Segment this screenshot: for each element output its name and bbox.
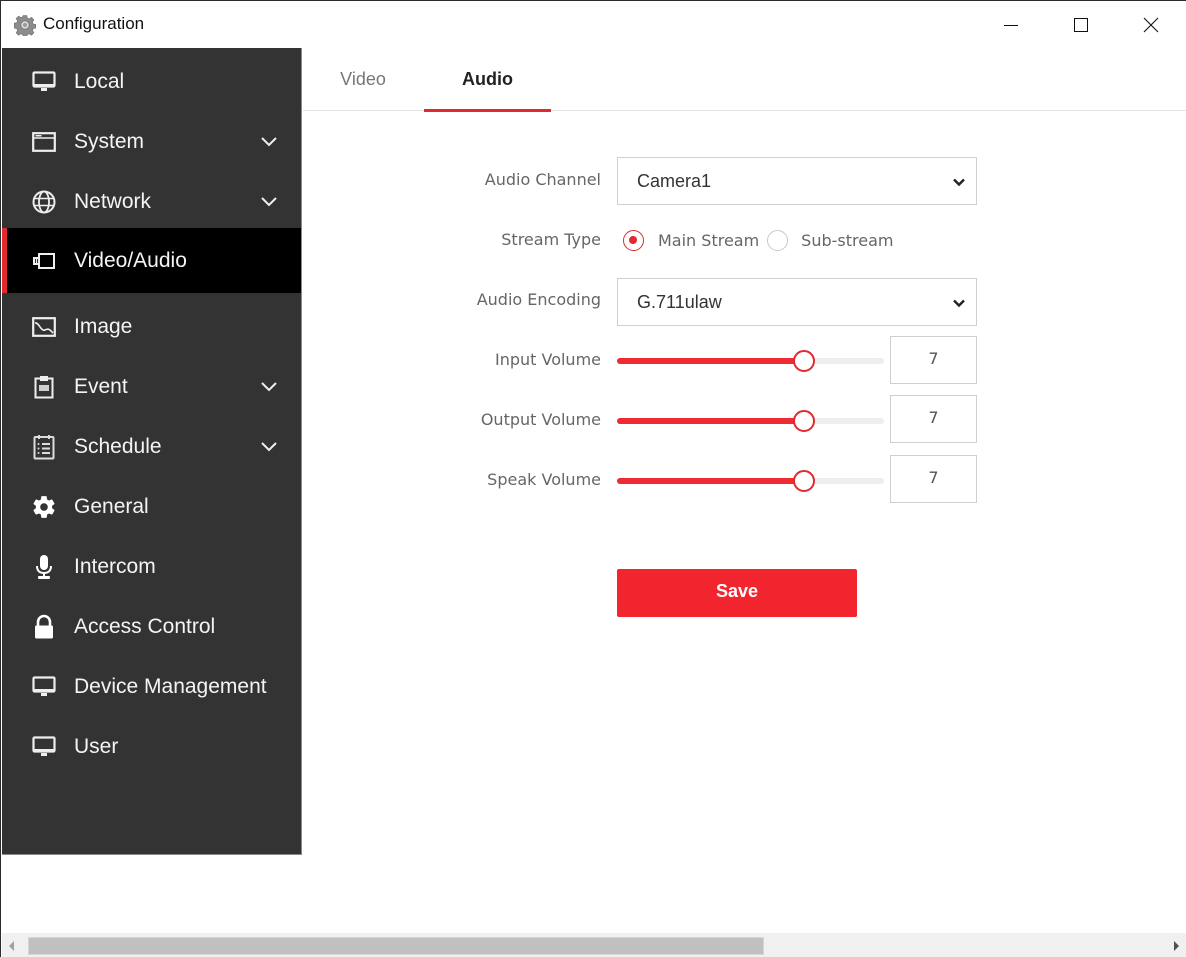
audio-encoding-select[interactable]: G.711ulaw: [617, 278, 977, 326]
sidebar-item-device-management[interactable]: Device Management: [2, 657, 301, 717]
stream-type-label: Stream Type: [501, 230, 601, 249]
speak-volume-value[interactable]: 7: [890, 455, 977, 503]
close-button[interactable]: [1116, 1, 1186, 48]
audio-channel-value: Camera1: [637, 171, 711, 192]
microphone-icon: [31, 554, 57, 580]
slider-fill: [617, 418, 804, 424]
chevron-down-icon: [951, 174, 967, 190]
tab-audio[interactable]: Audio: [424, 48, 551, 111]
sidebar-item-system[interactable]: System: [2, 112, 301, 172]
image-icon: [31, 314, 57, 340]
sidebar-item-schedule[interactable]: Schedule: [2, 417, 301, 477]
chevron-down-icon[interactable]: [258, 191, 280, 213]
sidebar-item-image[interactable]: Image: [2, 297, 301, 357]
sidebar-item-user[interactable]: User: [2, 717, 301, 777]
input-volume-slider[interactable]: [617, 349, 884, 373]
slider-thumb[interactable]: [793, 350, 815, 372]
audio-channel-select[interactable]: Camera1: [617, 157, 977, 205]
minimize-button[interactable]: [976, 1, 1046, 48]
input-volume-value[interactable]: 7: [890, 336, 977, 384]
chevron-down-icon: [951, 295, 967, 311]
sidebar-item-label: User: [74, 735, 118, 759]
scroll-right-arrow-icon[interactable]: [1173, 941, 1179, 951]
sidebar-item-intercom[interactable]: Intercom: [2, 537, 301, 597]
tab-bar: Video Audio: [303, 48, 1186, 111]
window-title: Configuration: [43, 14, 144, 34]
audio-channel-label: Audio Channel: [485, 170, 601, 189]
sidebar-item-label: Image: [74, 315, 132, 339]
sidebar-item-general[interactable]: General: [2, 477, 301, 537]
output-volume-value[interactable]: 7: [890, 395, 977, 443]
chevron-down-icon[interactable]: [258, 436, 280, 458]
sub-stream-radio[interactable]: [767, 230, 788, 251]
sidebar-item-label: System: [74, 130, 144, 154]
slider-thumb[interactable]: [793, 410, 815, 432]
audio-encoding-value: G.711ulaw: [637, 292, 722, 313]
stream-type-radio-group: Main Stream Sub-stream: [623, 227, 901, 253]
globe-icon: [31, 189, 57, 215]
speak-volume-slider[interactable]: [617, 469, 884, 493]
browser-window-icon: [31, 129, 57, 155]
sidebar-nav: Local System Network Video/Audio: [2, 48, 302, 855]
save-button[interactable]: Save: [617, 569, 857, 617]
sidebar-item-label: Device Management: [74, 675, 267, 699]
close-icon: [1143, 17, 1159, 33]
gear-cog-icon: [14, 14, 36, 36]
sidebar-item-local[interactable]: Local: [2, 52, 301, 112]
sidebar-item-label: Local: [74, 70, 124, 94]
chevron-down-icon[interactable]: [258, 131, 280, 153]
sidebar-item-network[interactable]: Network: [2, 172, 301, 232]
sidebar-item-label: Access Control: [74, 615, 215, 639]
sidebar-item-label: Video/Audio: [74, 249, 187, 273]
sidebar-item-event[interactable]: Event: [2, 357, 301, 417]
maximize-icon: [1073, 17, 1089, 33]
clipboard-icon: [31, 374, 57, 400]
slider-fill: [617, 478, 804, 484]
sub-stream-label[interactable]: Sub-stream: [801, 231, 893, 250]
monitor-icon: [31, 674, 57, 700]
sidebar-item-label: Intercom: [74, 555, 156, 579]
sidebar-item-label: Event: [74, 375, 128, 399]
audio-encoding-label: Audio Encoding: [477, 290, 601, 309]
chevron-down-icon[interactable]: [258, 376, 280, 398]
sidebar-item-label: General: [74, 495, 149, 519]
sidebar-item-label: Network: [74, 190, 151, 214]
tab-video[interactable]: Video: [323, 48, 403, 111]
slider-thumb[interactable]: [793, 470, 815, 492]
sidebar-item-video-audio[interactable]: Video/Audio: [2, 228, 301, 293]
configuration-window: Configuration Local System: [0, 0, 1186, 957]
list-clipboard-icon: [31, 434, 57, 460]
scroll-left-arrow-icon[interactable]: [9, 941, 15, 951]
gear-icon: [31, 494, 57, 520]
title-bar: Configuration: [1, 1, 1186, 48]
maximize-button[interactable]: [1046, 1, 1116, 48]
speak-volume-label: Speak Volume: [487, 470, 601, 489]
monitor-icon: [31, 69, 57, 95]
monitor-icon: [31, 734, 57, 760]
output-volume-label: Output Volume: [481, 410, 601, 429]
sidebar-item-label: Schedule: [74, 435, 162, 459]
horizontal-scrollbar[interactable]: [2, 933, 1186, 957]
sidebar-item-access-control[interactable]: Access Control: [2, 597, 301, 657]
lock-icon: [31, 614, 57, 640]
input-volume-label: Input Volume: [495, 350, 601, 369]
video-camera-icon: [31, 248, 57, 274]
scrollbar-thumb[interactable]: [28, 937, 764, 955]
minimize-icon: [1003, 17, 1019, 33]
output-volume-slider[interactable]: [617, 409, 884, 433]
slider-fill: [617, 358, 804, 364]
main-stream-label[interactable]: Main Stream: [658, 231, 759, 250]
main-stream-radio[interactable]: [623, 230, 644, 251]
